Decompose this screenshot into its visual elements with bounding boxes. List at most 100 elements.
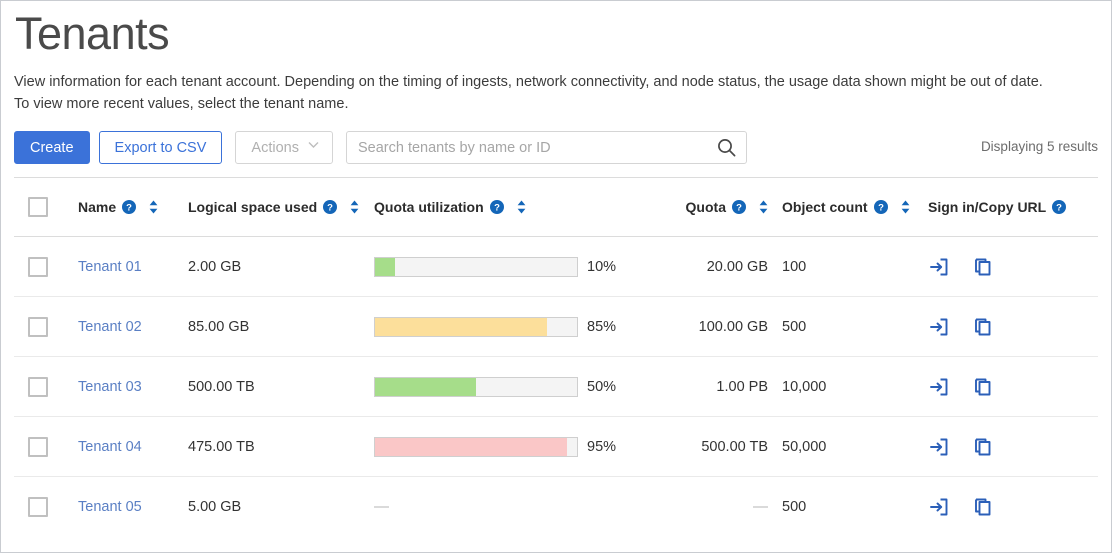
- copy-url-icon[interactable]: [972, 316, 994, 338]
- td-name: Tenant 05: [78, 477, 188, 537]
- row-checkbox[interactable]: [28, 317, 48, 337]
- sign-in-icon[interactable]: [928, 436, 950, 458]
- logical-space-used-value: 5.00 GB: [188, 499, 241, 515]
- td-object-count: 100: [768, 237, 918, 297]
- sign-in-icon[interactable]: [928, 316, 950, 338]
- td-quota: —: [658, 477, 768, 537]
- page-title: Tenants: [14, 5, 1098, 63]
- quota-empty: —: [658, 498, 768, 515]
- object-count-value: 500: [768, 319, 806, 335]
- td-quota: 20.00 GB: [658, 237, 768, 297]
- svg-text:?: ?: [327, 203, 333, 214]
- row-checkbox[interactable]: [28, 437, 48, 457]
- help-icon[interactable]: ?: [874, 200, 888, 214]
- sort-icon[interactable]: [759, 200, 768, 214]
- copy-url-icon[interactable]: [972, 376, 994, 398]
- help-icon[interactable]: ?: [1052, 200, 1066, 214]
- help-icon[interactable]: ?: [490, 200, 504, 214]
- sign-in-icon[interactable]: [928, 256, 950, 278]
- td-name: Tenant 01: [78, 237, 188, 297]
- th-quota-utilization: Quota utilization ?: [374, 178, 658, 237]
- quota-utilization-bar-fill: [375, 378, 476, 396]
- svg-text:?: ?: [126, 203, 132, 214]
- results-count: Displaying 5 results: [981, 139, 1098, 154]
- logical-space-used-value: 475.00 TB: [188, 439, 255, 455]
- td-name: Tenant 03: [78, 357, 188, 417]
- export-csv-button[interactable]: Export to CSV: [99, 131, 223, 164]
- copy-url-icon[interactable]: [972, 496, 994, 518]
- row-actions: [918, 376, 1098, 398]
- tenants-table-wrap: Name ? Logical space used: [14, 177, 1098, 536]
- quota-utilization-percent: 95%: [587, 439, 616, 455]
- description-line-2: To view more recent values, select the t…: [14, 93, 1098, 115]
- th-name: Name ?: [78, 178, 188, 237]
- help-icon[interactable]: ?: [732, 200, 746, 214]
- sort-icon[interactable]: [350, 200, 359, 214]
- row-checkbox[interactable]: [28, 257, 48, 277]
- help-icon[interactable]: ?: [122, 200, 136, 214]
- td-logical-space-used: 475.00 TB: [188, 417, 374, 477]
- th-logical-space-used-label: Logical space used: [188, 199, 317, 215]
- table-header-row: Name ? Logical space used: [14, 178, 1098, 237]
- td-select: [14, 297, 78, 357]
- search-box: [346, 131, 747, 164]
- quota-value: 500.00 TB: [658, 439, 768, 455]
- row-actions: [918, 436, 1098, 458]
- quota-value: 1.00 PB: [658, 379, 768, 395]
- quota-utilization-bar: [374, 437, 578, 457]
- search-input[interactable]: [346, 131, 747, 164]
- th-quota: Quota ?: [658, 178, 768, 237]
- create-button-label: Create: [30, 140, 74, 156]
- td-signin-copy-url: [918, 357, 1098, 417]
- tenants-table: Name ? Logical space used: [14, 178, 1098, 536]
- sign-in-icon[interactable]: [928, 376, 950, 398]
- svg-text:?: ?: [878, 203, 884, 214]
- row-checkbox[interactable]: [28, 497, 48, 517]
- sort-icon[interactable]: [517, 200, 526, 214]
- create-button[interactable]: Create: [14, 131, 90, 164]
- tenant-name-link[interactable]: Tenant 02: [78, 319, 142, 335]
- td-signin-copy-url: [918, 297, 1098, 357]
- description-line-1: View information for each tenant account…: [14, 71, 1098, 93]
- td-signin-copy-url: [918, 477, 1098, 537]
- td-name: Tenant 04: [78, 417, 188, 477]
- sort-icon[interactable]: [901, 200, 910, 214]
- svg-text:?: ?: [494, 203, 500, 214]
- actions-dropdown-button[interactable]: Actions: [235, 131, 333, 164]
- td-name: Tenant 02: [78, 297, 188, 357]
- tenants-page: Tenants View information for each tenant…: [0, 0, 1112, 553]
- page-description: View information for each tenant account…: [14, 71, 1098, 115]
- row-actions: [918, 256, 1098, 278]
- tenant-name-link[interactable]: Tenant 05: [78, 499, 142, 515]
- search-icon[interactable]: [717, 138, 736, 157]
- sort-icon[interactable]: [149, 200, 158, 214]
- tenant-name-link[interactable]: Tenant 04: [78, 439, 142, 455]
- tenant-name-link[interactable]: Tenant 01: [78, 259, 142, 275]
- tenant-name-link[interactable]: Tenant 03: [78, 379, 142, 395]
- quota-utilization-bar-cell: 50%: [374, 377, 658, 397]
- td-quota: 100.00 GB: [658, 297, 768, 357]
- table-header: Name ? Logical space used: [14, 178, 1098, 237]
- toolbar: Create Export to CSV Actions Displaying …: [14, 131, 1098, 164]
- quota-utilization-bar: [374, 257, 578, 277]
- select-all-checkbox[interactable]: [28, 197, 48, 217]
- actions-dropdown-label: Actions: [251, 140, 299, 156]
- sign-in-icon[interactable]: [928, 496, 950, 518]
- td-object-count: 50,000: [768, 417, 918, 477]
- td-quota-utilization: 50%: [374, 357, 658, 417]
- td-select: [14, 357, 78, 417]
- quota-utilization-percent: 50%: [587, 379, 616, 395]
- help-icon[interactable]: ?: [323, 200, 337, 214]
- table-row: Tenant 03500.00 TB50%1.00 PB10,000: [14, 357, 1098, 417]
- td-signin-copy-url: [918, 237, 1098, 297]
- quota-utilization-percent: 85%: [587, 319, 616, 335]
- copy-url-icon[interactable]: [972, 436, 994, 458]
- copy-url-icon[interactable]: [972, 256, 994, 278]
- object-count-value: 50,000: [768, 439, 826, 455]
- td-quota-utilization: —: [374, 477, 658, 537]
- td-quota: 500.00 TB: [658, 417, 768, 477]
- logical-space-used-value: 85.00 GB: [188, 319, 249, 335]
- row-checkbox[interactable]: [28, 377, 48, 397]
- th-quota-label: Quota: [686, 199, 726, 215]
- quota-utilization-percent: 10%: [587, 259, 616, 275]
